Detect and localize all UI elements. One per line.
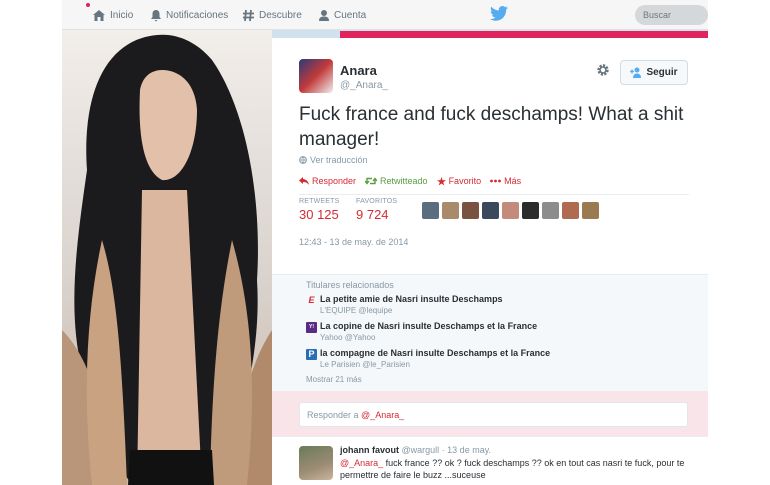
related-headline[interactable]: La petite amie de Nasri insulte Deschamp… [320, 294, 503, 304]
translate-link[interactable]: Ver traducción [299, 155, 368, 165]
tweet-timestamp[interactable]: 12:43 - 13 de may. de 2014 [299, 237, 408, 247]
yahoo-icon: Y! [306, 322, 317, 333]
tweet-text: Fuck france and fuck deschamps! What a s… [299, 104, 684, 150]
reply-icon [299, 177, 309, 185]
nav-account[interactable]: Cuenta [318, 7, 366, 23]
reply-label: Responder [312, 176, 357, 186]
hashtag-icon [243, 9, 254, 21]
reply-area: Responder a @_Anara_ [272, 391, 708, 436]
reply-mention: @_Anara_ [361, 410, 405, 420]
related-headline[interactable]: La copine de Nasri insulte Deschamps et … [320, 321, 537, 331]
star-icon [436, 176, 446, 186]
bell-icon [151, 9, 161, 21]
gear-icon[interactable] [596, 63, 610, 77]
nav-account-label: Cuenta [334, 9, 367, 21]
globe-icon [299, 156, 307, 164]
person-icon [319, 9, 329, 21]
retweets-value: 30 125 [299, 207, 339, 222]
home-icon [93, 9, 105, 21]
favorites-value: 9 724 [356, 207, 389, 222]
nav-home-label: Inicio [110, 9, 134, 21]
add-user-icon [630, 67, 642, 78]
reply-text: @_Anara_ fuck france ?? ok ? fuck descha… [340, 457, 690, 481]
follow-button[interactable]: Seguir [620, 60, 688, 85]
lequipe-icon: E [308, 295, 315, 305]
nav-discover[interactable]: Descubre [242, 7, 302, 23]
reply-prefix: Responder a [307, 410, 362, 420]
parisien-icon: P [306, 349, 317, 360]
tweet-author-handle[interactable]: @_Anara_ [340, 80, 388, 91]
search-input[interactable] [635, 5, 708, 25]
translate-label: Ver traducción [310, 155, 368, 165]
show-more-link[interactable]: Mostrar 21 más [306, 375, 362, 384]
favorite-count[interactable]: FAVORITOS 9 724 [356, 198, 397, 222]
nav-discover-label: Descubre [259, 9, 302, 21]
favoriter-avatar[interactable] [462, 202, 479, 219]
retweet-icon [365, 177, 378, 185]
reply-tweet: johann favout @wargull · 13 de may. @_An… [272, 436, 708, 485]
related-source[interactable]: Yahoo @Yahoo [320, 333, 375, 342]
favoriter-avatar[interactable] [562, 202, 579, 219]
related-source[interactable]: Le Parisien @le_Parisien [320, 360, 410, 369]
header-accent-bar [340, 31, 708, 38]
reply-date[interactable]: 13 de may. [447, 445, 491, 455]
notification-dot [86, 3, 90, 7]
favoriter-avatar[interactable] [542, 202, 559, 219]
favoriter-avatar[interactable] [442, 202, 459, 219]
reply-text-body: fuck france ?? ok ? fuck deschamps ?? ok… [340, 458, 685, 480]
favoriter-avatar[interactable] [522, 202, 539, 219]
nav-notifications-label: Notificaciones [166, 9, 229, 21]
nav-home[interactable]: Inicio [92, 7, 133, 23]
tweet-author-name[interactable]: Anara [340, 63, 377, 78]
favorites-label: FAVORITOS [356, 198, 398, 205]
favoriter-avatar[interactable] [482, 202, 499, 219]
related-title: Titulares relacionados [306, 280, 394, 290]
more-button[interactable]: Más [490, 176, 521, 186]
favoriter-avatar[interactable] [582, 202, 599, 219]
related-headline[interactable]: la compagne de Nasri insulte Deschamps e… [320, 348, 550, 358]
twitter-bird-icon[interactable] [490, 6, 508, 21]
retweet-count[interactable]: RETWEETS 30 125 [299, 198, 340, 222]
avatar[interactable] [299, 59, 333, 93]
favoriter-avatar[interactable] [422, 202, 439, 219]
stats-divider [299, 194, 689, 195]
reply-button[interactable]: Responder [299, 176, 356, 186]
favorite-label: Favorito [448, 176, 482, 186]
reply-avatar[interactable] [299, 446, 333, 480]
related-source[interactable]: L'EQUIPE @lequipe [320, 306, 392, 315]
reply-author-handle[interactable]: @wargull [402, 445, 440, 455]
reply-header: johann favout @wargull · 13 de may. [340, 445, 491, 455]
favorite-button[interactable]: Favorito [436, 176, 482, 186]
favoriters-avatars [422, 202, 599, 219]
related-headlines: Titulares relacionados E La petite amie … [272, 274, 708, 391]
favoriter-avatar[interactable] [502, 202, 519, 219]
tweet-actions: Responder Retwitteado Favorito Más [299, 176, 521, 186]
reply-separator: · [439, 445, 448, 455]
retweets-label: RETWEETS [299, 198, 340, 205]
retweet-button[interactable]: Retwitteado [365, 176, 428, 186]
tweet-card: Anara @_Anara_ Seguir Fuck france and fu… [272, 38, 708, 485]
more-dots-icon [490, 179, 501, 183]
retweet-label: Retwitteado [380, 176, 428, 186]
profile-background-photo [62, 30, 272, 485]
reply-input[interactable]: Responder a @_Anara_ [299, 402, 688, 427]
reply-author-name[interactable]: johann favout [340, 445, 399, 455]
more-label: Más [504, 176, 522, 186]
follow-button-label: Seguir [646, 67, 678, 78]
reply-text-mention[interactable]: @_Anara_ [340, 458, 383, 468]
top-navigation-bar: Inicio Notificaciones Descubre Cuenta [62, 0, 708, 30]
photo-illustration [62, 34, 272, 485]
nav-notifications[interactable]: Notificaciones [150, 7, 228, 23]
